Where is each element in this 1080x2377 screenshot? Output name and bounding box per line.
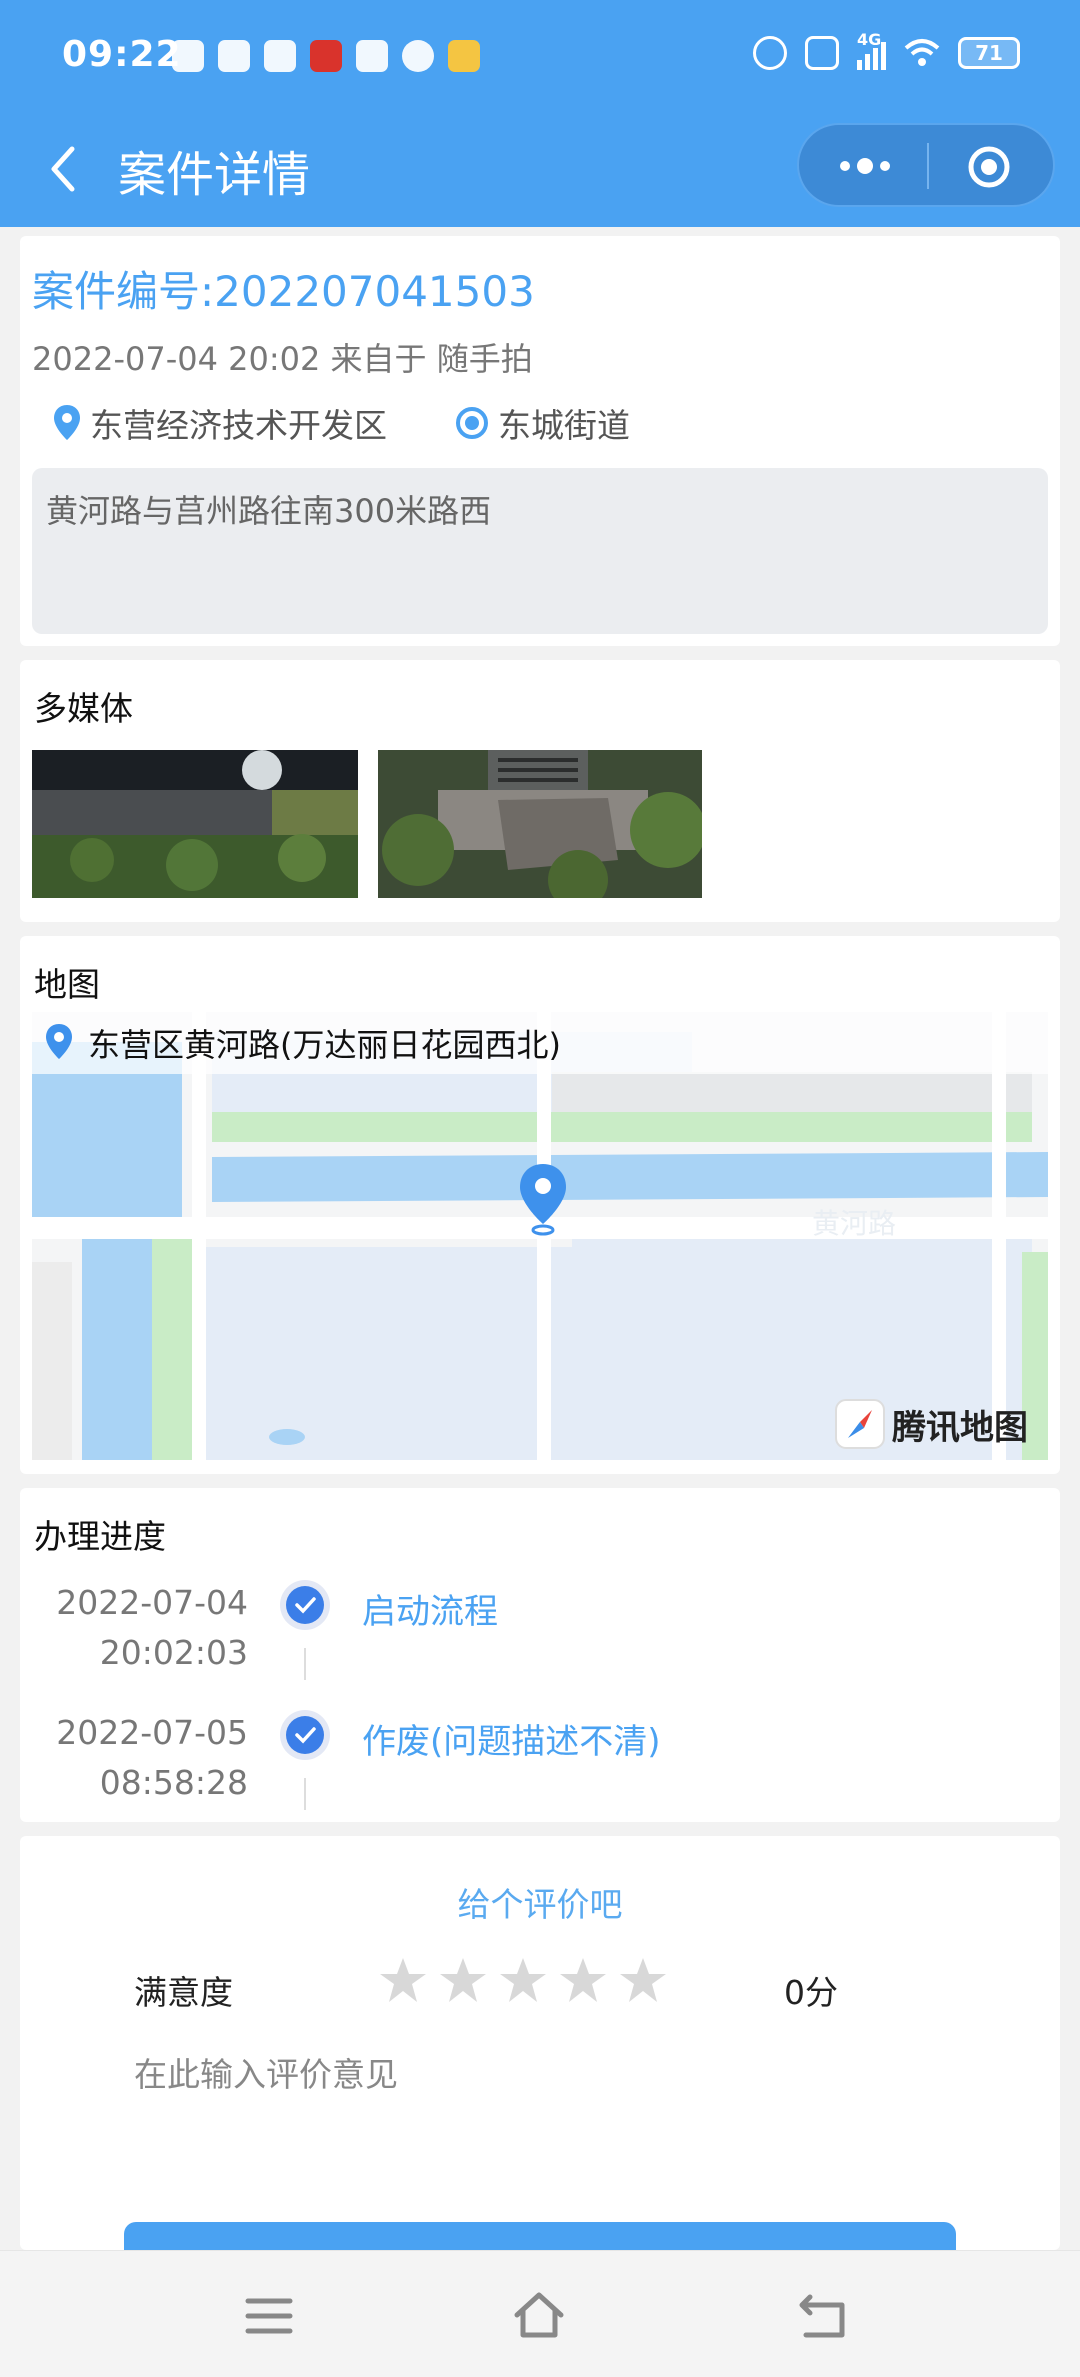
location-pin-icon xyxy=(46,1024,72,1059)
rating-score: 0分 xyxy=(784,1973,838,2012)
mini-program-capsule xyxy=(797,123,1055,207)
rating-title: 给个评价吧 xyxy=(457,1885,623,1924)
submit-button[interactable] xyxy=(124,2222,956,2250)
alipay-icon xyxy=(356,40,388,72)
wechat-icon xyxy=(172,40,204,72)
rating-card: 给个评价吧 满意度 0分 在此输入评价意见 xyxy=(20,1836,1060,2250)
back-icon[interactable] xyxy=(796,2289,850,2343)
street-label: 东城街道 xyxy=(498,406,630,445)
timeline-line xyxy=(304,1778,306,1810)
star-icon[interactable] xyxy=(558,1956,608,2006)
page-title: 案件详情 xyxy=(118,147,311,203)
alarm-icon xyxy=(753,36,787,70)
map-title: 地图 xyxy=(34,965,100,1004)
check-circle-icon xyxy=(280,1580,330,1630)
location-pin-icon xyxy=(54,405,80,440)
progress-step-label: 作废(问题描述不清) xyxy=(362,1722,661,1762)
media-card: 多媒体 xyxy=(20,660,1060,922)
description-box: 黄河路与莒州路往南300米路西 xyxy=(32,468,1048,634)
progress-date-day: 2022-07-05 xyxy=(56,1713,248,1752)
progress-date-day: 2022-07-04 xyxy=(56,1583,248,1622)
capsule-divider xyxy=(927,143,929,189)
nav-bar: 案件详情 xyxy=(0,115,1080,227)
star-icon[interactable] xyxy=(618,1956,668,2006)
target-location-icon xyxy=(456,407,488,439)
star-rating[interactable] xyxy=(378,1956,668,2006)
progress-title: 办理进度 xyxy=(34,1517,166,1556)
satisfaction-label: 满意度 xyxy=(134,1973,233,2012)
system-navigation-bar xyxy=(0,2250,1080,2377)
star-icon[interactable] xyxy=(498,1956,548,2006)
target-icon[interactable] xyxy=(967,145,1011,189)
case-number: 案件编号:202207041503 xyxy=(32,267,535,316)
road-label: 黄河路 xyxy=(812,1207,897,1240)
network-type: 4G xyxy=(857,30,882,49)
media-title: 多媒体 xyxy=(34,689,133,728)
battery-icon: 71 xyxy=(958,37,1020,69)
map-address: 东营区黄河路(万达丽日花园西北) xyxy=(88,1026,561,1064)
case-card: 案件编号:202207041503 2022-07-04 20:02 来自于 随… xyxy=(20,236,1060,646)
star-icon[interactable] xyxy=(438,1956,488,2006)
district-label: 东营经济技术开发区 xyxy=(90,406,387,445)
weibo-icon xyxy=(448,40,480,72)
hd-icon xyxy=(805,36,839,70)
status-time: 09:22 xyxy=(62,34,182,75)
timeline-line xyxy=(304,1648,306,1680)
case-meta: 2022-07-04 20:02 来自于 随手拍 xyxy=(32,340,533,378)
progress-date-time: 08:58:28 xyxy=(99,1763,248,1802)
progress-date-time: 20:02:03 xyxy=(99,1633,248,1672)
signal-icon: 4G xyxy=(857,30,886,70)
wifi-icon xyxy=(904,39,940,66)
description-text: 黄河路与莒州路往南300米路西 xyxy=(46,492,492,530)
compass-icon xyxy=(402,40,434,72)
media-thumbnail-2[interactable] xyxy=(378,750,702,898)
chevron-left-icon[interactable] xyxy=(44,139,84,199)
progress-date: 2022-07-05 08:58:28 xyxy=(56,1708,248,1808)
progress-step-label: 启动流程 xyxy=(362,1592,498,1632)
tencent-map-brand: 腾讯地图 xyxy=(892,1407,1028,1448)
tencent-map-logo: 腾讯地图 xyxy=(834,1398,1028,1450)
district-location: 东营经济技术开发区 xyxy=(52,399,387,447)
news-icon xyxy=(310,40,342,72)
home-icon[interactable] xyxy=(512,2289,566,2343)
map-marker-icon[interactable] xyxy=(516,1162,570,1236)
map-view[interactable]: 黄河路 东营区黄河路(万达丽日花园西北) 腾讯地图 xyxy=(32,1012,1048,1460)
comment-input[interactable]: 在此输入评价意见 xyxy=(134,2048,398,2096)
street-location: 东城街道 xyxy=(454,399,630,447)
check-circle-icon xyxy=(280,1710,330,1760)
more-dots-icon[interactable] xyxy=(829,147,901,185)
video-icon xyxy=(264,40,296,72)
menu-icon[interactable] xyxy=(242,2289,296,2343)
progress-card: 办理进度 2022-07-04 20:02:03 启动流程 2022-07-05… xyxy=(20,1488,1060,1822)
qq-icon xyxy=(218,40,250,72)
status-bar: 09:22 4G 71 xyxy=(0,0,1080,115)
map-address-bar: 东营区黄河路(万达丽日花园西北) xyxy=(32,1012,1048,1074)
system-icons: 4G 71 xyxy=(753,30,1020,70)
star-icon[interactable] xyxy=(378,1956,428,2006)
notification-icons xyxy=(172,40,480,72)
media-thumbnail-1[interactable] xyxy=(32,750,358,898)
progress-date: 2022-07-04 20:02:03 xyxy=(56,1578,248,1678)
map-card: 地图 黄河路 东营区黄河路(万达丽日花园西北) 腾讯地图 xyxy=(20,936,1060,1474)
compass-logo-icon xyxy=(835,1399,885,1449)
